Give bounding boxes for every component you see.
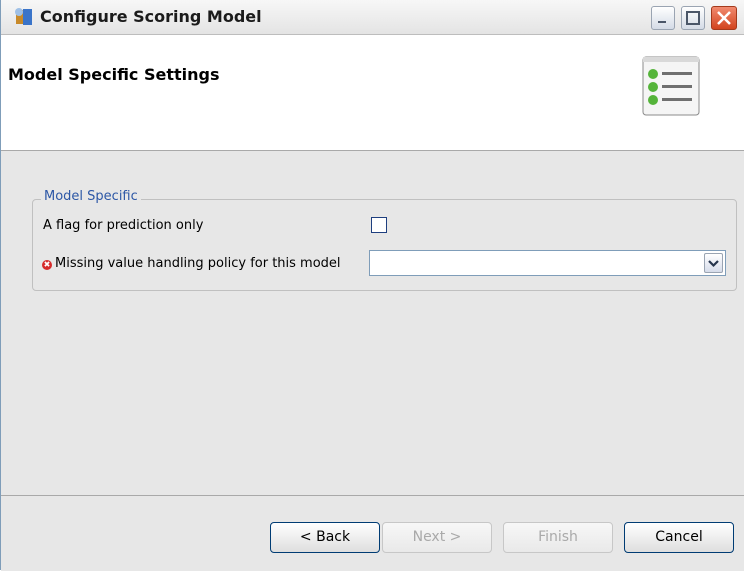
wizard-content: Model Specific A flag for prediction onl… (1, 151, 744, 495)
cancel-button[interactable]: Cancel (624, 522, 734, 553)
config-app-icon (15, 8, 32, 25)
finish-button[interactable]: Finish (503, 522, 613, 553)
settings-list-icon (642, 56, 700, 116)
model-specific-group: Model Specific A flag for prediction onl… (32, 189, 737, 291)
back-button[interactable]: < Back (270, 522, 380, 553)
close-button[interactable] (711, 6, 737, 30)
wizard-header: Model Specific Settings (1, 35, 744, 151)
minimize-button[interactable] (651, 6, 675, 30)
prediction-flag-label: A flag for prediction only (43, 218, 204, 233)
prediction-flag-checkbox[interactable] (371, 217, 387, 233)
chevron-down-icon (708, 260, 719, 268)
close-icon (717, 11, 731, 25)
maximize-button[interactable] (681, 6, 705, 30)
group-legend: Model Specific (41, 189, 141, 204)
missing-value-policy-select[interactable] (369, 250, 726, 276)
error-icon: ✖ (42, 260, 52, 270)
missing-value-policy-label: Missing value handling policy for this m… (55, 256, 341, 271)
title-bar[interactable]: Configure Scoring Model (1, 0, 744, 35)
wizard-footer: < Back Next > Finish Cancel (1, 495, 744, 571)
next-button[interactable]: Next > (382, 522, 492, 553)
maximize-icon (686, 11, 700, 25)
configure-scoring-model-dialog: Configure Scoring Model Model Specific S… (0, 0, 744, 571)
minimize-icon (658, 21, 666, 23)
page-title: Model Specific Settings (8, 65, 220, 84)
dropdown-button[interactable] (704, 253, 723, 273)
window-title: Configure Scoring Model (40, 7, 262, 26)
